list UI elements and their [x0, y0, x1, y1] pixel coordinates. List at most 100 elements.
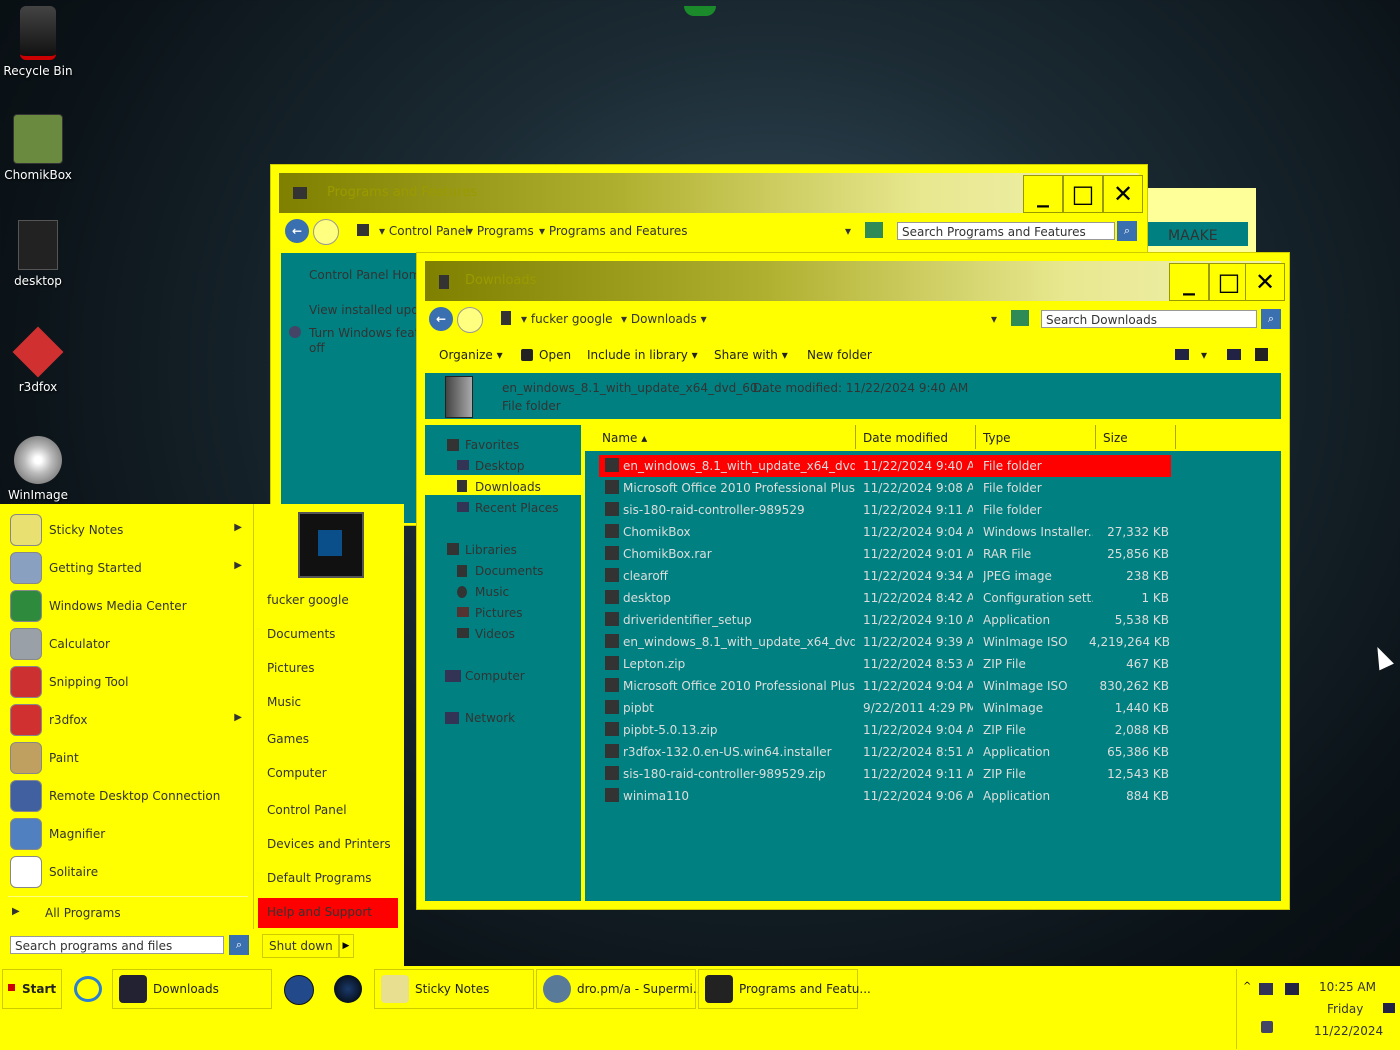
file-row[interactable]: Microsoft Office 2010 Professional Plus …: [599, 477, 1184, 499]
cp-link-home[interactable]: Control Panel Home: [309, 268, 428, 282]
start-link-item[interactable]: Documents: [258, 620, 398, 648]
open-button[interactable]: Open: [539, 348, 571, 362]
search-icon[interactable]: ⌕: [229, 935, 249, 955]
file-row[interactable]: sis-180-raid-controller-989529.zip 11/22/…: [599, 763, 1184, 785]
file-row[interactable]: ChomikBox.rar 11/22/2024 9:01 AM RAR File 2…: [599, 543, 1184, 565]
network-tray-icon[interactable]: [1259, 983, 1273, 995]
desktop-icon-r3dfox[interactable]: r3dfox: [0, 326, 76, 394]
nav-libraries[interactable]: Libraries: [465, 543, 517, 557]
start-link-item[interactable]: Music: [258, 688, 398, 716]
file-row[interactable]: clearoff 11/22/2024 9:34 AM JPEG image 238 …: [599, 565, 1184, 587]
search-input[interactable]: Search Programs and Features: [897, 222, 1115, 240]
refresh-button[interactable]: [865, 222, 883, 238]
media-player-icon[interactable]: [284, 975, 314, 1005]
help-icon[interactable]: [1255, 348, 1268, 361]
start-program-item[interactable]: Snipping Tool: [8, 664, 248, 700]
taskbar-sticky-notes[interactable]: Sticky Notes: [374, 969, 534, 1009]
search-icon[interactable]: ⌕: [1261, 309, 1281, 329]
minimize-button[interactable]: _: [1023, 175, 1063, 213]
nav-recent-places[interactable]: Recent Places: [475, 501, 558, 515]
start-link-item[interactable]: Devices and Printers: [258, 830, 398, 858]
breadcrumb-item[interactable]: ▾ Programs and Features: [539, 224, 688, 238]
close-button[interactable]: ✕: [1245, 263, 1285, 301]
taskbar-browser[interactable]: dro.pm/a - Supermi...: [536, 969, 704, 1009]
nav-pictures[interactable]: Pictures: [475, 606, 523, 620]
clock-day[interactable]: Friday: [1327, 1002, 1363, 1016]
clock-time[interactable]: 10:25 AM: [1319, 980, 1376, 994]
all-programs-button[interactable]: ▶ All Programs: [8, 902, 248, 924]
ie-icon[interactable]: [74, 976, 102, 1002]
action-center-icon[interactable]: [1285, 983, 1299, 995]
start-link-item[interactable]: fucker google: [258, 586, 398, 614]
nav-desktop[interactable]: Desktop: [475, 459, 525, 473]
back-button[interactable]: ←: [429, 307, 453, 331]
minimize-button[interactable]: _: [1169, 263, 1209, 301]
start-link-item[interactable]: Help and Support: [258, 898, 398, 928]
taskbar-programs-features[interactable]: Programs and Featu...: [698, 969, 871, 1009]
address-dropdown-icon[interactable]: ▾: [991, 312, 997, 326]
file-row[interactable]: pipbt 9/22/2011 4:29 PM WinImage 1,440 KB: [599, 697, 1184, 719]
start-program-item[interactable]: Sticky Notes ▶: [8, 512, 248, 548]
address-dropdown-icon[interactable]: ▾: [845, 224, 851, 238]
start-program-item[interactable]: Remote Desktop Connection: [8, 778, 248, 814]
start-program-item[interactable]: Windows Media Center: [8, 588, 248, 624]
nav-network[interactable]: Network: [465, 711, 515, 725]
titlebar[interactable]: Programs and Features: [279, 173, 1139, 213]
taskbar-downloads[interactable]: Downloads: [112, 969, 272, 1009]
file-row[interactable]: r3dfox-132.0.en-US.win64.installer 11/22/…: [599, 741, 1184, 763]
breadcrumb-item[interactable]: ▾ Downloads ▾: [621, 312, 707, 326]
start-program-item[interactable]: Magnifier: [8, 816, 248, 852]
start-program-item[interactable]: Solitaire: [8, 854, 248, 890]
nav-favorites[interactable]: Favorites: [465, 438, 519, 452]
view-dropdown-icon[interactable]: ▾: [1201, 348, 1207, 362]
nav-music[interactable]: Music: [475, 585, 509, 599]
organize-button[interactable]: Organize ▾: [439, 348, 503, 362]
shutdown-button[interactable]: Shut down: [262, 934, 340, 958]
refresh-button[interactable]: [1011, 310, 1029, 326]
cp-link-features-cont[interactable]: off: [309, 341, 325, 355]
forward-button[interactable]: [457, 307, 483, 333]
view-options-icon[interactable]: [1175, 349, 1189, 360]
show-desktop-icon[interactable]: [1383, 1003, 1395, 1013]
file-row[interactable]: en_windows_8.1_with_update_x64_dvd_6... 1…: [599, 631, 1184, 653]
desktop-icon-winimage[interactable]: WinImage: [0, 436, 76, 502]
start-link-item[interactable]: Games: [258, 725, 398, 753]
sticky-note[interactable]: MAAKE: [1140, 188, 1256, 254]
volume-icon[interactable]: [1261, 1021, 1273, 1033]
nav-downloads[interactable]: Downloads: [475, 480, 541, 494]
cp-link-updates[interactable]: View installed updat: [309, 303, 431, 317]
maximize-button[interactable]: □: [1063, 175, 1103, 213]
start-program-item[interactable]: Getting Started ▶: [8, 550, 248, 586]
start-link-item[interactable]: Control Panel: [258, 796, 398, 824]
nav-computer[interactable]: Computer: [465, 669, 525, 683]
file-row[interactable]: ChomikBox 11/22/2024 9:04 AM Windows Insta…: [599, 521, 1184, 543]
column-size[interactable]: Size: [1103, 431, 1128, 445]
maximize-button[interactable]: □: [1209, 263, 1249, 301]
shutdown-options-button[interactable]: ▶: [338, 934, 354, 958]
file-row[interactable]: desktop 11/22/2024 8:42 AM Configuration s…: [599, 587, 1184, 609]
file-row[interactable]: pipbt-5.0.13.zip 11/22/2024 9:04 AM ZIP Fi…: [599, 719, 1184, 741]
column-date[interactable]: Date modified: [863, 431, 948, 445]
file-row[interactable]: en_windows_8.1_with_update_x64_dvd_6... 1…: [599, 455, 1171, 477]
include-library-button[interactable]: Include in library ▾: [587, 348, 698, 362]
start-program-item[interactable]: Calculator: [8, 626, 248, 662]
breadcrumb-item[interactable]: ▾ Control Panel: [379, 224, 468, 238]
back-button[interactable]: ←: [285, 219, 309, 243]
start-button[interactable]: Start: [2, 969, 62, 1009]
explorer-window[interactable]: Downloads _ □ ✕ ← ▾ fucker google ▾ Down…: [416, 252, 1290, 910]
search-input[interactable]: Search Downloads: [1041, 310, 1257, 328]
desktop-icon-desktop[interactable]: desktop: [0, 220, 76, 288]
share-with-button[interactable]: Share with ▾: [714, 348, 788, 362]
globe-icon[interactable]: [334, 975, 362, 1003]
nav-videos[interactable]: Videos: [475, 627, 515, 641]
nav-documents[interactable]: Documents: [475, 564, 543, 578]
file-row[interactable]: driveridentifier_setup 11/22/2024 9:10 AM…: [599, 609, 1184, 631]
file-row[interactable]: Lepton.zip 11/22/2024 8:53 AM ZIP File 467 …: [599, 653, 1184, 675]
clock-date[interactable]: 11/22/2024: [1314, 1024, 1383, 1038]
file-row[interactable]: sis-180-raid-controller-989529 11/22/2024…: [599, 499, 1184, 521]
column-name[interactable]: Name ▴: [602, 431, 647, 445]
show-hidden-icons[interactable]: ^: [1243, 981, 1251, 992]
file-row[interactable]: Microsoft Office 2010 Professional Plus …: [599, 675, 1184, 697]
desktop-icon-recycle-bin[interactable]: Recycle Bin: [0, 6, 76, 78]
titlebar[interactable]: Downloads: [425, 261, 1281, 301]
